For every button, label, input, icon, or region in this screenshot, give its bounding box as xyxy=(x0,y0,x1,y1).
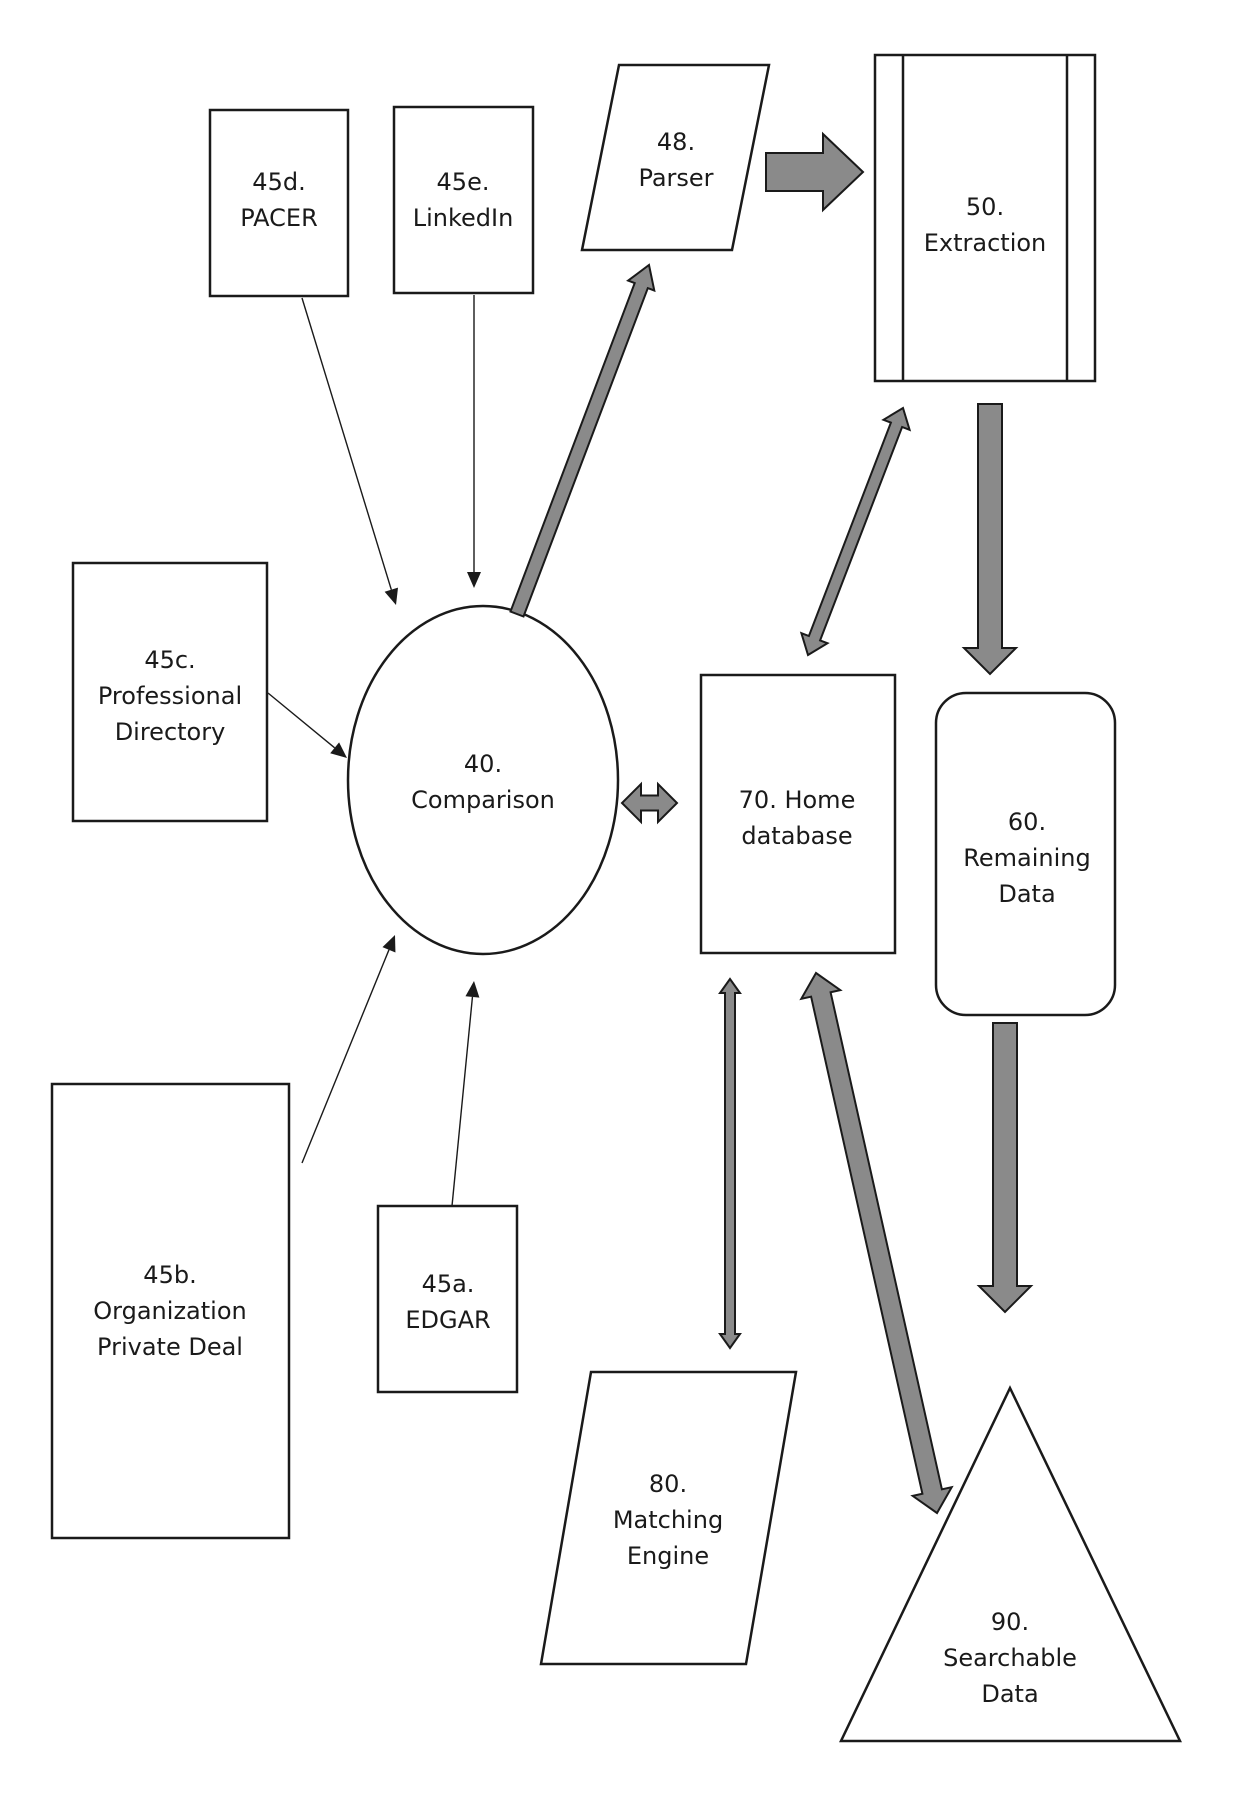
node-searchable-data-name1: Searchable xyxy=(943,1644,1077,1672)
node-pacer-id: 45d. xyxy=(252,168,305,196)
node-pacer-name: PACER xyxy=(240,204,318,232)
node-professional-directory-name1: Professional xyxy=(98,682,242,710)
arrow-home-database-matching-engine xyxy=(718,977,742,1350)
node-organization-private-deal-name1: Organization xyxy=(93,1297,246,1325)
arrow-professional-directory-to-comparison-line xyxy=(267,692,336,749)
node-home-database-line1: 70. Home xyxy=(739,786,856,814)
node-matching-engine: 80. Matching Engine xyxy=(539,1370,798,1666)
arrow-organization-to-comparison-line xyxy=(301,949,390,1164)
node-extraction-id: 50. xyxy=(966,193,1004,221)
arrow-remaining-to-searchable xyxy=(976,1022,1034,1314)
arrow-edgar-to-comparison xyxy=(451,981,480,1207)
node-home-database-line2: database xyxy=(741,822,852,850)
node-linkedin: 45e. LinkedIn xyxy=(392,105,535,295)
node-comparison-id: 40. xyxy=(464,750,502,778)
node-extraction-name: Extraction xyxy=(924,229,1047,257)
node-organization-private-deal: 45b. Organization Private Deal xyxy=(50,1082,291,1540)
node-parser-name: Parser xyxy=(638,164,713,192)
arrow-edgar-to-comparison-head xyxy=(465,981,480,998)
node-linkedin-name: LinkedIn xyxy=(413,204,514,232)
node-professional-directory-name2: Directory xyxy=(115,718,226,746)
node-edgar-id: 45a. xyxy=(422,1270,475,1298)
arrow-extraction-to-remaining xyxy=(961,403,1019,676)
arrow-comparison-to-parser xyxy=(509,263,656,618)
node-pacer: 45d. PACER xyxy=(208,108,350,298)
node-remaining-data-name1: Remaining xyxy=(963,844,1090,872)
node-remaining-data-name2: Data xyxy=(998,880,1055,908)
node-home-database: 70. Home database xyxy=(699,673,897,955)
node-matching-engine-id: 80. xyxy=(649,1470,687,1498)
arrow-home-database-searchable-data xyxy=(799,971,954,1515)
arrow-professional-directory-to-comparison xyxy=(267,692,347,758)
node-matching-engine-name1: Matching xyxy=(613,1506,723,1534)
node-edgar: 45a. EDGAR xyxy=(376,1204,519,1394)
node-edgar-name: EDGAR xyxy=(405,1306,490,1334)
node-parser: 48. Parser xyxy=(580,63,771,252)
arrow-pacer-to-comparison xyxy=(301,297,399,605)
node-comparison: 40. Comparison xyxy=(346,604,620,956)
node-searchable-data-name2: Data xyxy=(981,1680,1038,1708)
arrow-pacer-to-comparison-line xyxy=(301,297,392,590)
arrow-home-database-extraction xyxy=(799,406,912,657)
arrow-linkedin-to-comparison xyxy=(467,295,481,588)
node-comparison-name: Comparison xyxy=(411,786,555,814)
node-extraction: 50. Extraction xyxy=(873,53,1097,383)
node-matching-engine-name2: Engine xyxy=(627,1542,709,1570)
arrow-pacer-to-comparison-head xyxy=(384,587,399,605)
arrow-professional-directory-to-comparison-head xyxy=(330,742,347,758)
node-searchable-data-id: 90. xyxy=(991,1608,1029,1636)
arrow-comparison-home-database xyxy=(620,781,679,825)
node-parser-id: 48. xyxy=(657,128,695,156)
node-organization-private-deal-id: 45b. xyxy=(143,1261,196,1289)
arrow-parser-to-extraction xyxy=(765,131,865,213)
arrow-organization-to-comparison xyxy=(301,935,396,1164)
node-professional-directory-id: 45c. xyxy=(144,646,195,674)
node-searchable-data: 90. Searchable Data xyxy=(839,1385,1182,1743)
node-linkedin-id: 45e. xyxy=(437,168,490,196)
node-remaining-data-id: 60. xyxy=(1008,808,1046,836)
node-professional-directory: 45c. Professional Directory xyxy=(71,561,269,823)
arrow-linkedin-to-comparison-head xyxy=(467,572,481,588)
flow-diagram: 45d. PACER 45e. LinkedIn 48. Parser 50. … xyxy=(50,53,1182,1743)
arrow-edgar-to-comparison-line xyxy=(451,996,474,1207)
node-organization-private-deal-name2: Private Deal xyxy=(97,1333,243,1361)
node-remaining-data: 60. Remaining Data xyxy=(934,691,1117,1017)
